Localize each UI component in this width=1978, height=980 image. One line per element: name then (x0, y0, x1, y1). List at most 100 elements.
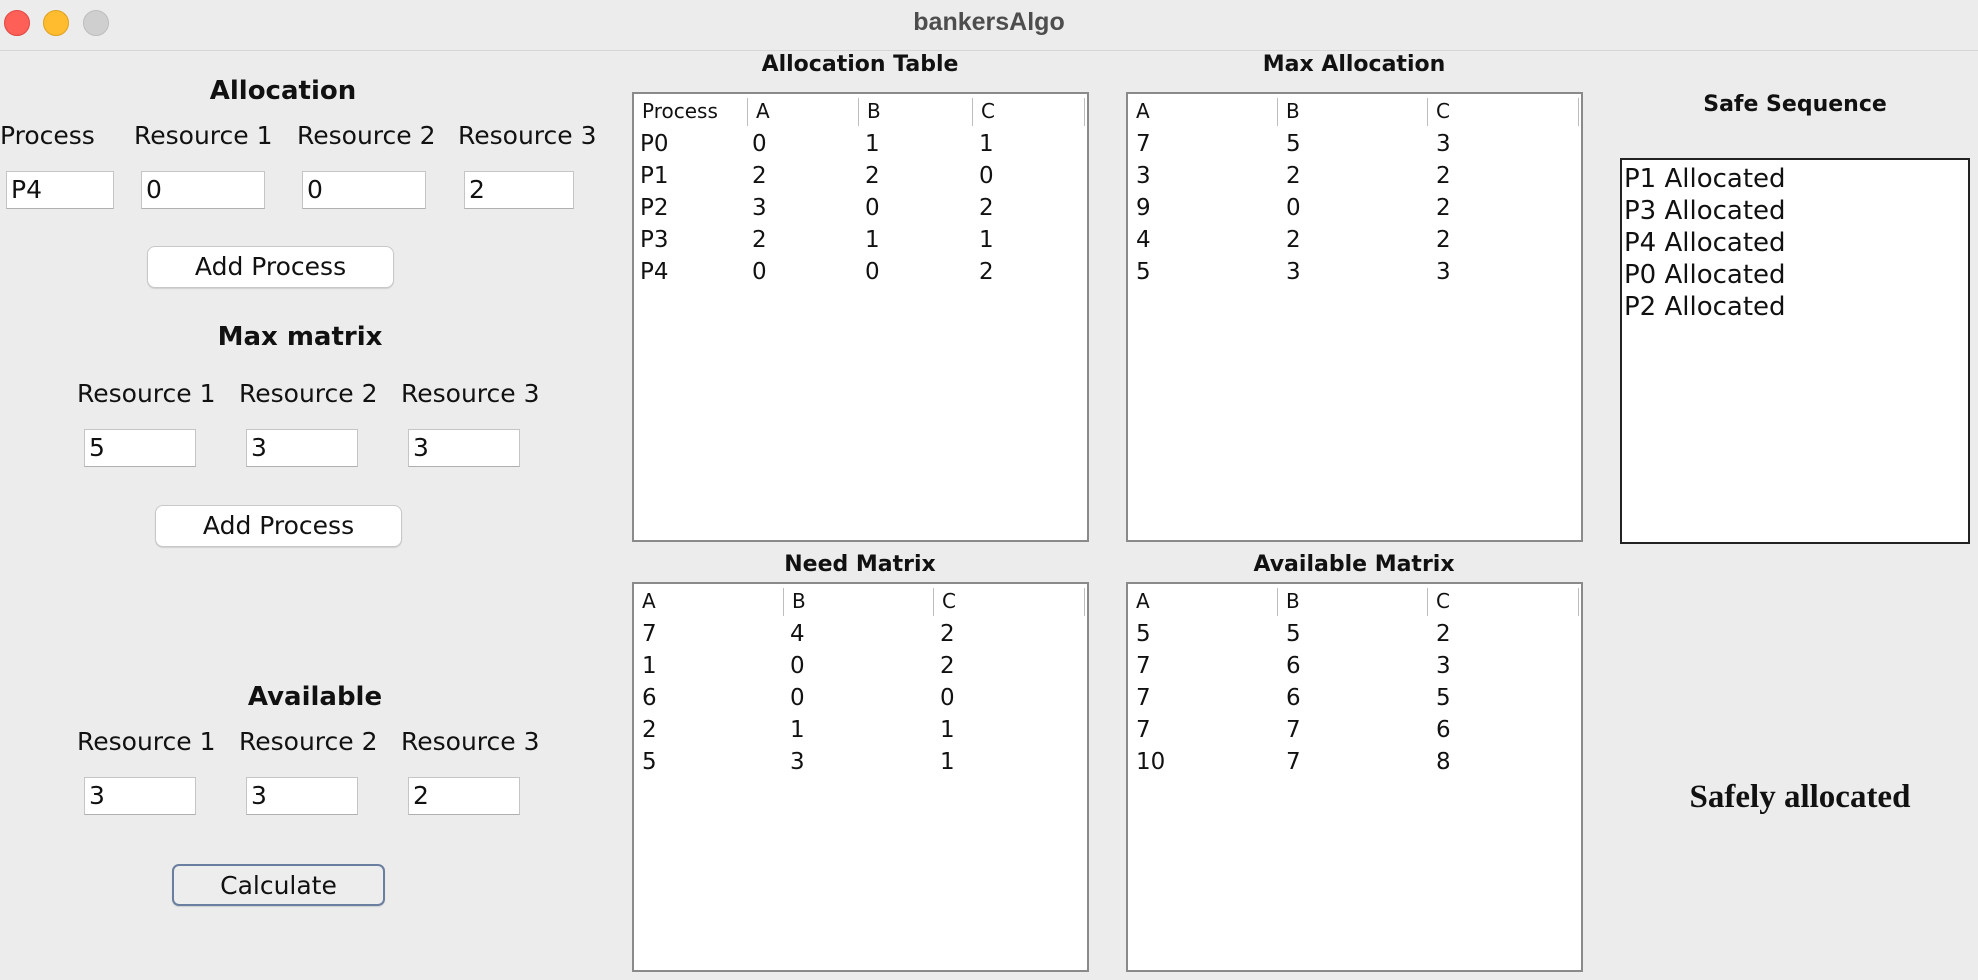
max-allocation-header: A B C (1128, 94, 1581, 128)
column-header-a[interactable]: A (1128, 98, 1278, 126)
table-cell: 9 (1136, 195, 1151, 221)
table-cell: 0 (752, 259, 767, 285)
table-cell: 2 (940, 653, 955, 679)
table-cell: 5 (1136, 259, 1151, 285)
table-cell: 7 (642, 621, 657, 647)
add-process-max-button[interactable]: Add Process (155, 505, 402, 547)
column-header-b[interactable]: B (859, 98, 973, 126)
available-resource3-label: Resource 3 (401, 727, 540, 756)
column-header-b[interactable]: B (1278, 588, 1428, 616)
table-cell: 1 (979, 131, 994, 157)
table-cell: 2 (865, 163, 880, 189)
table-cell: 0 (790, 685, 805, 711)
available-resource2-input[interactable]: 3 (246, 777, 358, 815)
max-resource2-input[interactable]: 3 (246, 429, 358, 467)
table-cell: 7 (1286, 717, 1301, 743)
max-resource1-input[interactable]: 5 (84, 429, 196, 467)
table-cell: 8 (1436, 749, 1451, 775)
column-header-c[interactable]: C (973, 98, 1085, 126)
table-cell: 3 (1136, 163, 1151, 189)
table-cell: 7 (1136, 653, 1151, 679)
table-cell: 0 (865, 259, 880, 285)
table-cell: 3 (1436, 653, 1451, 679)
safe-sequence-line: P4 Allocated (1624, 228, 1786, 258)
calculate-button[interactable]: Calculate (172, 864, 385, 906)
table-cell: 2 (642, 717, 657, 743)
table-cell: 1 (940, 749, 955, 775)
allocation-table-title: Allocation Table (761, 52, 959, 77)
column-header-b[interactable]: B (784, 588, 934, 616)
table-cell: 4 (790, 621, 805, 647)
allocation-resource2-input[interactable]: 0 (302, 171, 426, 209)
table-cell: 0 (1286, 195, 1301, 221)
table-cell: 2 (979, 195, 994, 221)
column-header-c[interactable]: C (1428, 98, 1579, 126)
available-heading: Available (247, 682, 383, 712)
available-resource1-input[interactable]: 3 (84, 777, 196, 815)
allocation-heading: Allocation (209, 76, 357, 106)
table-cell: 7 (1136, 131, 1151, 157)
available-resource1-label: Resource 1 (77, 727, 216, 756)
column-header-process[interactable]: Process (634, 98, 748, 126)
allocation-process-input[interactable]: P4 (6, 171, 114, 209)
table-cell: 0 (752, 131, 767, 157)
allocation-resource3-label: Resource 3 (458, 121, 597, 150)
table-cell: 1 (979, 227, 994, 253)
table-cell: 5 (642, 749, 657, 775)
allocation-table-header: Process A B C (634, 94, 1087, 128)
column-header-a[interactable]: A (634, 588, 784, 616)
table-cell: 3 (752, 195, 767, 221)
add-process-allocation-button[interactable]: Add Process (147, 246, 394, 288)
table-cell: 1 (865, 131, 880, 157)
table-cell: 3 (1436, 259, 1451, 285)
table-cell: 7 (1136, 717, 1151, 743)
table-cell: 6 (1286, 653, 1301, 679)
table-cell: 2 (940, 621, 955, 647)
allocation-resource1-label: Resource 1 (134, 121, 273, 150)
column-header-b[interactable]: B (1278, 98, 1428, 126)
available-matrix-table[interactable]: A B C 5 5 2 7 6 3 7 6 5 7 7 6 10 7 8 (1126, 582, 1583, 972)
allocation-resource2-label: Resource 2 (297, 121, 436, 150)
column-header-c[interactable]: C (1428, 588, 1579, 616)
window-title: bankersAlgo (913, 8, 1065, 36)
allocation-resource3-input[interactable]: 2 (464, 171, 574, 209)
table-cell: 3 (1436, 131, 1451, 157)
table-cell: 5 (1436, 685, 1451, 711)
table-cell: P4 (640, 259, 669, 285)
allocation-process-label: Process (0, 121, 95, 150)
table-cell: 2 (979, 259, 994, 285)
column-header-a[interactable]: A (1128, 588, 1278, 616)
max-resource1-label: Resource 1 (77, 379, 216, 408)
table-cell: 0 (979, 163, 994, 189)
safe-sequence-line: P0 Allocated (1624, 260, 1786, 290)
safety-status-label: Safely allocated (1689, 779, 1911, 815)
table-cell: 0 (940, 685, 955, 711)
max-allocation-title: Max Allocation (1262, 52, 1446, 77)
max-matrix-heading: Max matrix (217, 322, 383, 352)
table-cell: 4 (1136, 227, 1151, 253)
table-cell: 1 (642, 653, 657, 679)
column-header-a[interactable]: A (748, 98, 859, 126)
table-cell: 2 (1286, 227, 1301, 253)
max-resource2-label: Resource 2 (239, 379, 378, 408)
allocation-table[interactable]: Process A B C P0 0 1 1 P1 2 2 0 P2 3 0 2… (632, 92, 1089, 542)
available-resource3-input[interactable]: 2 (408, 777, 520, 815)
table-cell: P2 (640, 195, 669, 221)
column-header-c[interactable]: C (934, 588, 1085, 616)
max-resource3-input[interactable]: 3 (408, 429, 520, 467)
need-matrix-table[interactable]: A B C 7 4 2 1 0 2 6 0 0 2 1 1 5 3 1 (632, 582, 1089, 972)
max-allocation-table[interactable]: A B C 7 5 3 3 2 2 9 0 2 4 2 2 5 3 3 (1126, 92, 1583, 542)
table-cell: 5 (1136, 621, 1151, 647)
need-matrix-title: Need Matrix (784, 552, 936, 577)
safe-sequence-textarea[interactable]: P1 Allocated P3 Allocated P4 Allocated P… (1620, 158, 1970, 544)
table-cell: 2 (752, 227, 767, 253)
safe-sequence-line: P2 Allocated (1624, 292, 1786, 322)
allocation-resource1-input[interactable]: 0 (141, 171, 265, 209)
available-matrix-header: A B C (1128, 584, 1581, 618)
safe-sequence-line: P3 Allocated (1624, 196, 1786, 226)
table-cell: 2 (1436, 195, 1451, 221)
table-cell: 10 (1136, 749, 1166, 775)
max-resource3-label: Resource 3 (401, 379, 540, 408)
table-cell: 7 (1286, 749, 1301, 775)
table-cell: 0 (865, 195, 880, 221)
